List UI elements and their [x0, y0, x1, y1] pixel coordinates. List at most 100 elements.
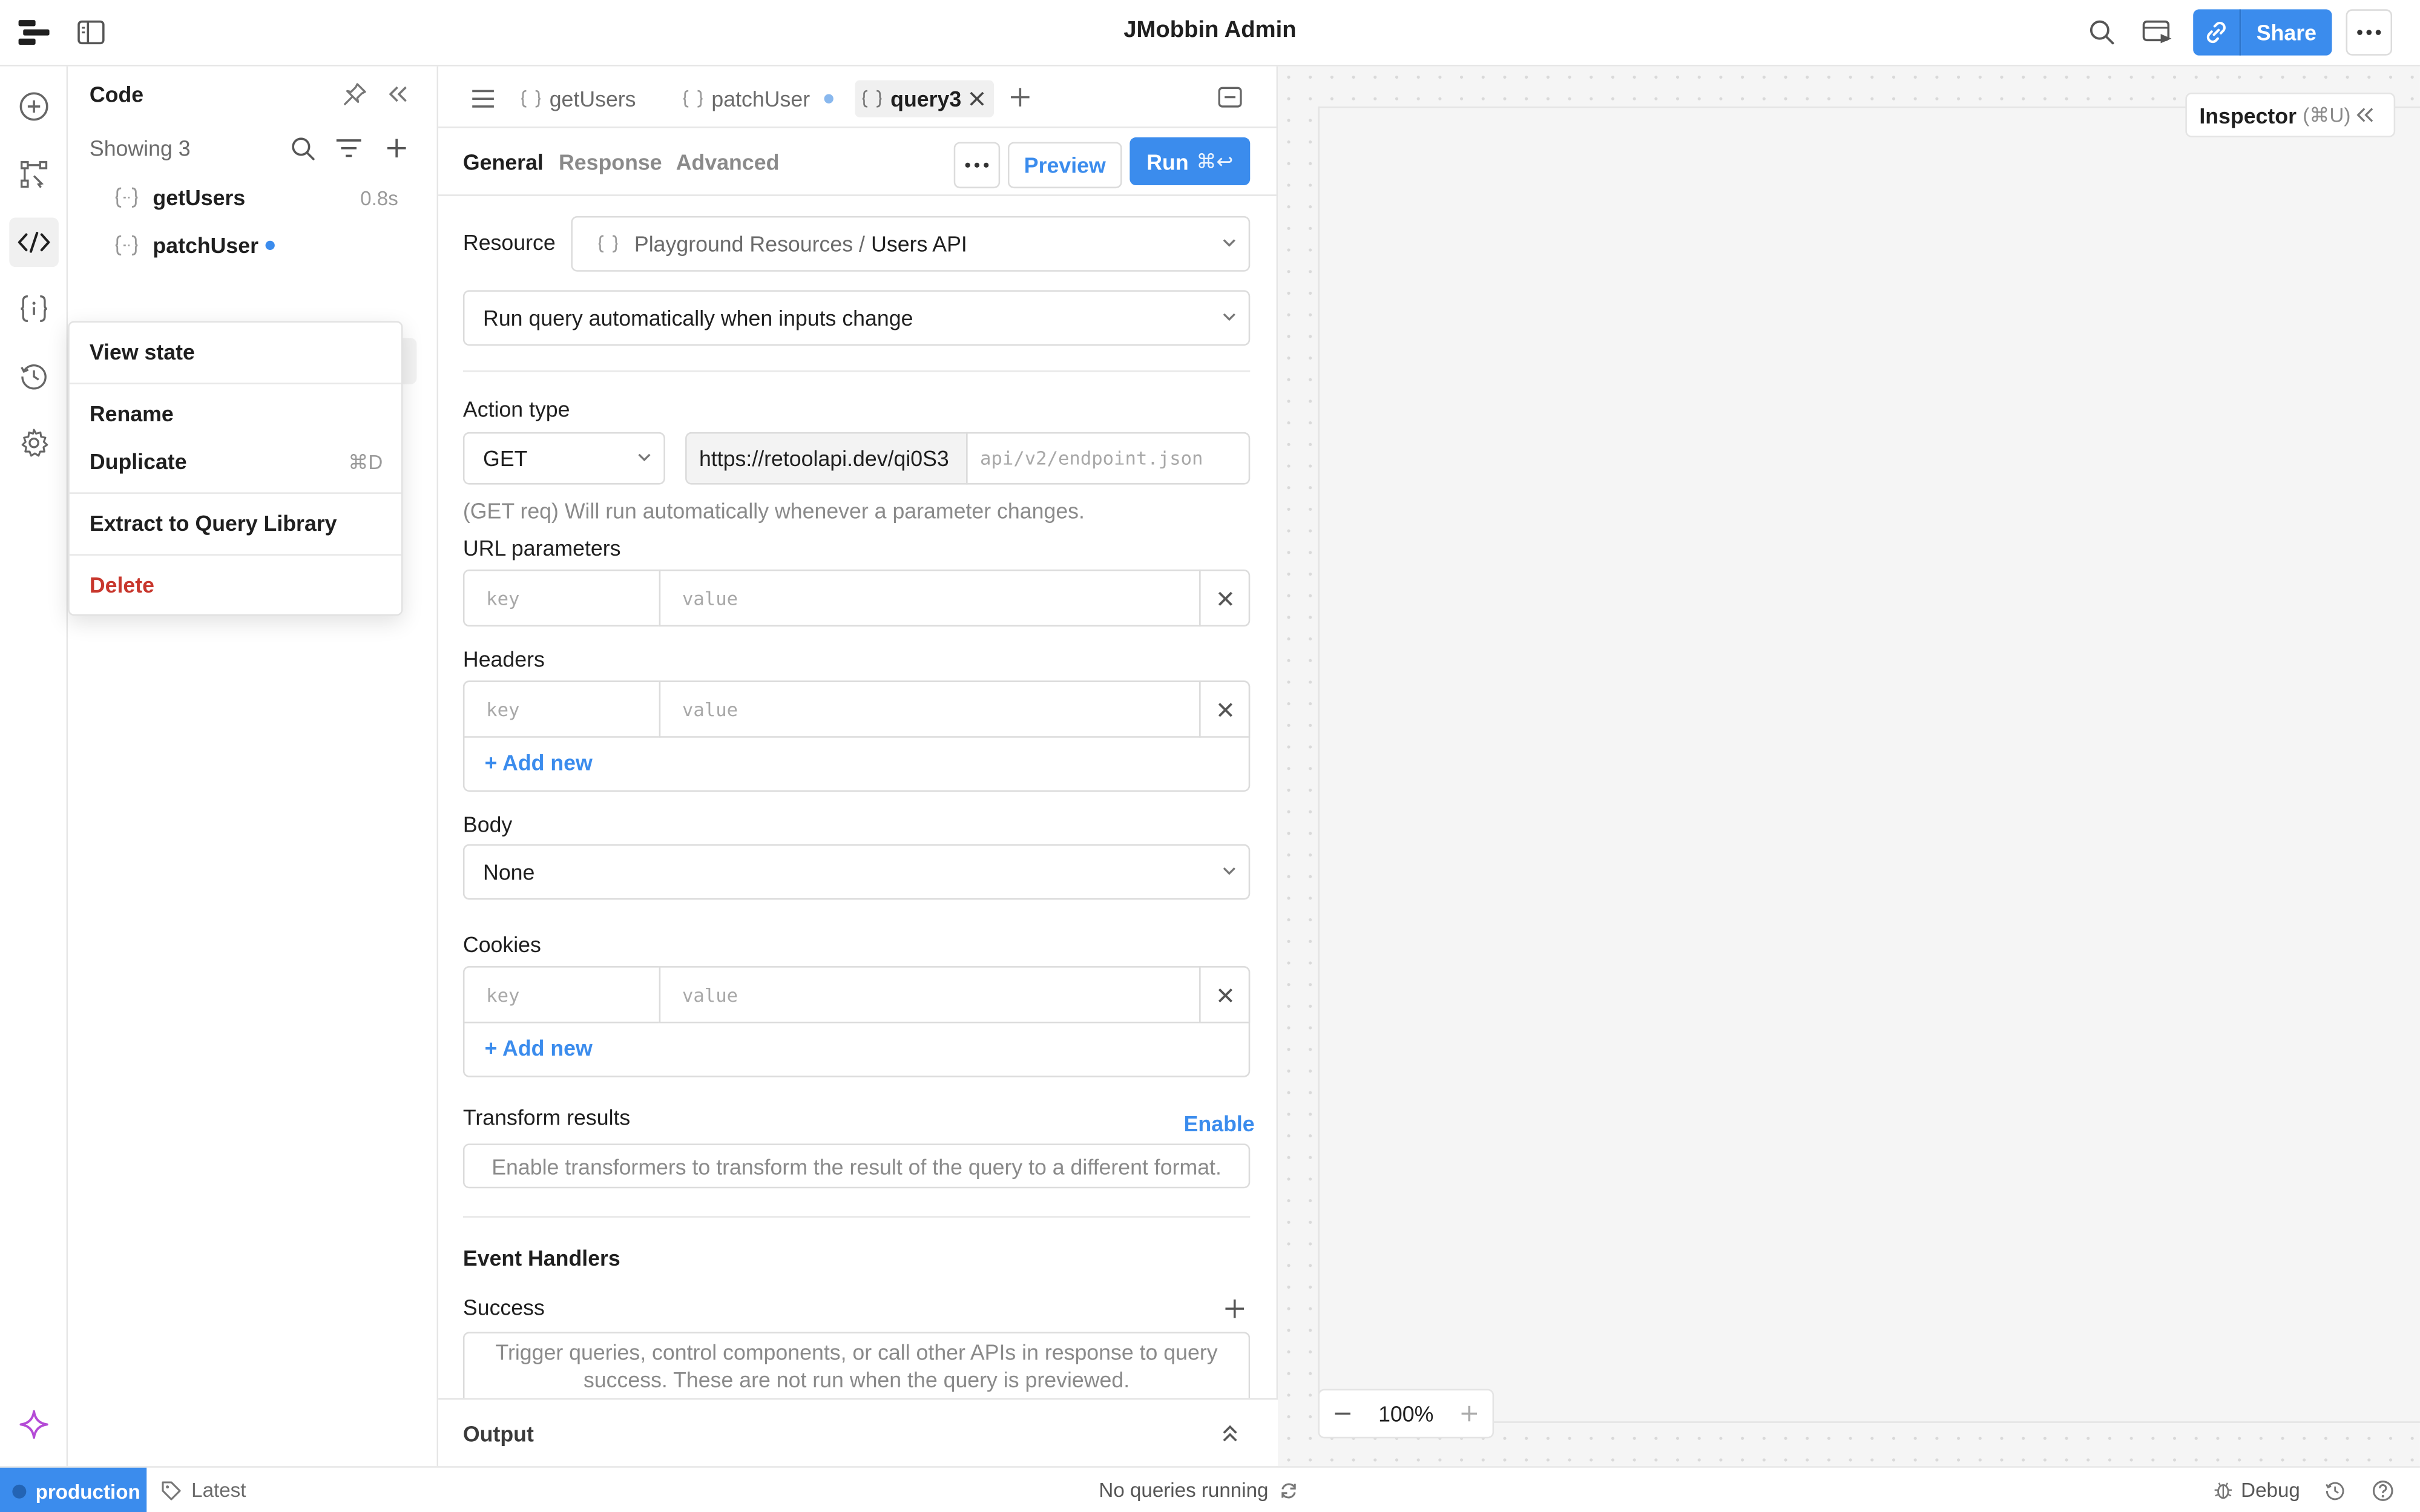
add-query-icon[interactable] [381, 133, 412, 163]
help-icon[interactable] [2370, 1479, 2395, 1504]
version-selector[interactable]: Latest [160, 1479, 246, 1502]
method-value: GET [483, 445, 528, 471]
menu-item-extract[interactable]: Extract to Query Library [90, 511, 337, 536]
tab-advanced[interactable]: Advanced [676, 150, 780, 174]
add-success-handler-icon[interactable] [1222, 1297, 1247, 1321]
url-param-key-input[interactable]: key [462, 569, 661, 627]
pin-icon[interactable] [340, 79, 370, 110]
run-mode-select[interactable]: Run query automatically when inputs chan… [462, 290, 1251, 346]
filter-icon[interactable] [334, 133, 364, 163]
inspector-toggle[interactable]: Inspector (⌘U) [2185, 92, 2396, 137]
query-braces-icon [115, 235, 138, 256]
query-braces-icon [115, 187, 138, 208]
menu-item-duplicate[interactable]: Duplicate [90, 449, 187, 474]
collapse-panel-icon[interactable] [383, 79, 413, 110]
body-select[interactable]: None [462, 844, 1251, 900]
menu-item-rename[interactable]: Rename [90, 401, 174, 426]
endpoint-input[interactable]: api/v2/endpoint.json [966, 432, 1251, 485]
share-button[interactable]: Share [2241, 9, 2332, 56]
menu-item-delete[interactable]: Delete [90, 573, 154, 597]
query-tabs-bar: getUsers patchUser query3 [438, 67, 1278, 128]
ai-assist-button[interactable] [9, 1400, 59, 1450]
cookie-value-input[interactable]: value [659, 966, 1201, 1024]
resource-select[interactable]: Playground Resources / Users API [571, 215, 1251, 272]
inspector-shortcut: (⌘U) [2303, 102, 2351, 126]
more-icon [2357, 30, 2381, 35]
header-value-input[interactable]: value [659, 680, 1201, 738]
tab-patchuser[interactable]: patchUser [676, 81, 840, 117]
tab-query3[interactable]: query3 [855, 80, 995, 117]
editor-subtabs: General Response Advanced Preview Run ⌘↩ [438, 128, 1278, 196]
method-select[interactable]: GET [462, 432, 665, 485]
zoom-out-button[interactable] [1333, 1404, 1352, 1423]
run-button[interactable]: Run ⌘↩ [1129, 137, 1251, 185]
add-header-link[interactable]: + Add new [485, 750, 593, 775]
cookies-label: Cookies [462, 932, 541, 957]
new-tab-icon[interactable] [1006, 84, 1034, 111]
tab-getusers[interactable]: getUsers [514, 81, 642, 117]
code-button[interactable] [9, 217, 59, 268]
preview-app-icon[interactable] [2139, 15, 2176, 49]
header-key-input[interactable]: key [462, 680, 661, 738]
output-bar[interactable]: Output [438, 1398, 1278, 1467]
expand-left-icon [2355, 107, 2375, 123]
query-item-getusers[interactable]: getUsers 0.8s [90, 174, 417, 220]
success-note: Trigger queries, control components, or … [462, 1332, 1251, 1409]
resource-label: Resource [462, 229, 556, 255]
tab-general[interactable]: General [463, 150, 544, 174]
remove-header-button[interactable] [1199, 680, 1251, 738]
event-handlers-label: Event Handlers [462, 1245, 620, 1270]
state-button[interactable] [9, 284, 59, 334]
url-param-value-input[interactable]: value [659, 569, 1201, 627]
search-icon[interactable] [2085, 15, 2119, 49]
menu-icon[interactable] [468, 85, 499, 113]
remove-cookie-button[interactable] [1199, 966, 1251, 1024]
chevron-down-icon [1223, 239, 1235, 247]
history-button[interactable] [9, 352, 59, 401]
minus-icon [1334, 1412, 1350, 1415]
tag-icon [162, 1481, 181, 1500]
search-queries-icon[interactable] [287, 133, 318, 163]
settings-button[interactable] [9, 418, 59, 468]
tab-label: query3 [890, 86, 962, 111]
query-more-button[interactable] [953, 142, 1001, 189]
expand-up-icon[interactable] [1218, 1421, 1243, 1446]
body-value: None [483, 860, 535, 884]
divider [462, 370, 1251, 372]
body-label: Body [462, 812, 513, 837]
debug-button[interactable]: Debug [2213, 1479, 2300, 1502]
endpoint-placeholder: api/v2/endpoint.json [980, 447, 1203, 470]
key-placeholder: key [486, 587, 520, 609]
resource-name: Users API [871, 231, 967, 257]
zoom-in-button[interactable] [1461, 1404, 1479, 1423]
base-url: https://retoolapi.dev/qi0S3 [685, 432, 968, 485]
history-status-icon[interactable] [2323, 1479, 2347, 1504]
tab-label: patchUser [711, 86, 811, 111]
add-component-button[interactable] [9, 82, 59, 131]
menu-item-view-state[interactable]: View state [90, 340, 195, 364]
canvas-frame[interactable] [1318, 106, 2420, 1423]
get-note: (GET req) Will run automatically wheneve… [462, 498, 1085, 524]
close-tab-icon[interactable] [969, 91, 984, 106]
preview-button[interactable]: Preview [1007, 142, 1122, 189]
more-options-button[interactable] [2346, 9, 2393, 56]
tree-icon [21, 161, 48, 188]
component-tree-button[interactable] [9, 150, 59, 199]
close-icon [1217, 987, 1232, 1002]
minimize-panel-icon[interactable] [1215, 84, 1246, 111]
share-group: Share [2193, 9, 2332, 56]
add-cookie-link[interactable]: + Add new [485, 1036, 593, 1060]
code-panel: Code Showing 3 getUsers 0.8s patchUser [68, 66, 439, 1467]
enable-transform-link[interactable]: Enable [1184, 1111, 1255, 1136]
run-mode-value: Run query automatically when inputs chan… [483, 305, 913, 330]
query-editor: getUsers patchUser query3 General Respon… [438, 66, 1278, 1467]
zoom-level: 100% [1378, 1401, 1434, 1426]
cookie-key-input[interactable]: key [462, 966, 661, 1024]
query-item-patchuser[interactable]: patchUser [90, 222, 417, 268]
copy-link-button[interactable] [2193, 9, 2241, 56]
top-bar: JMobbin Admin Share [0, 0, 2420, 67]
remove-url-param-button[interactable] [1199, 569, 1251, 627]
environment-selector[interactable]: production [0, 1467, 147, 1512]
tab-response[interactable]: Response [559, 150, 662, 174]
query-count: Showing 3 [89, 136, 191, 161]
